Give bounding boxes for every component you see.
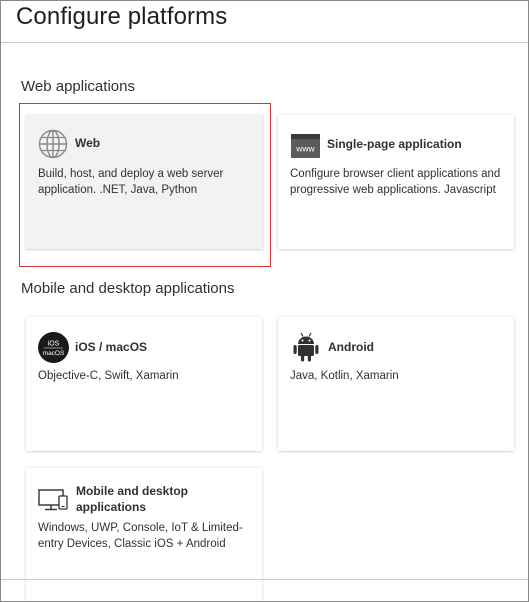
section-heading-web-applications: Web applications <box>21 78 135 95</box>
page-title: Configure platforms <box>16 3 228 30</box>
platform-card-ios-macos[interactable]: iOS macOS iOS / macOS Objective-C, Swift… <box>26 317 262 451</box>
platform-card-web[interactable]: Web Build, host, and deploy a web server… <box>26 115 263 249</box>
desktop-monitor-icon <box>38 489 68 511</box>
card-title: iOS / macOS <box>75 340 148 354</box>
platform-card-single-page-application[interactable]: www Single-page application Configure br… <box>278 115 514 249</box>
platform-card-mobile-desktop[interactable]: Mobile and desktop applications Windows,… <box>26 468 262 601</box>
ios-label: iOS <box>48 341 60 348</box>
card-description: Windows, UWP, Console, IoT & Limited-ent… <box>38 522 243 550</box>
card-description: Build, host, and deploy a web server app… <box>38 168 224 196</box>
configure-platforms-panel: Configure platforms Web applications Web… <box>0 0 529 602</box>
globe-icon <box>38 129 68 159</box>
card-description: Java, Kotlin, Xamarin <box>290 370 399 382</box>
macos-label: macOS <box>43 350 65 357</box>
www-label: www <box>295 144 315 154</box>
platform-card-android[interactable]: Android Java, Kotlin, Xamarin <box>278 317 514 451</box>
card-title: Single-page application <box>327 137 462 151</box>
card-title: Mobile and desktop applications <box>76 484 189 514</box>
section-heading-mobile-desktop: Mobile and desktop applications <box>21 280 235 297</box>
card-description: Objective-C, Swift, Xamarin <box>38 370 179 382</box>
android-icon <box>293 332 319 362</box>
footer-divider <box>1 579 528 580</box>
card-description: Configure browser client applications an… <box>290 168 501 196</box>
title-divider <box>1 42 528 43</box>
card-title: Web <box>75 136 101 150</box>
www-browser-icon: www <box>291 134 320 158</box>
ios-macos-icon: iOS macOS <box>38 332 69 363</box>
card-title: Android <box>328 340 374 354</box>
